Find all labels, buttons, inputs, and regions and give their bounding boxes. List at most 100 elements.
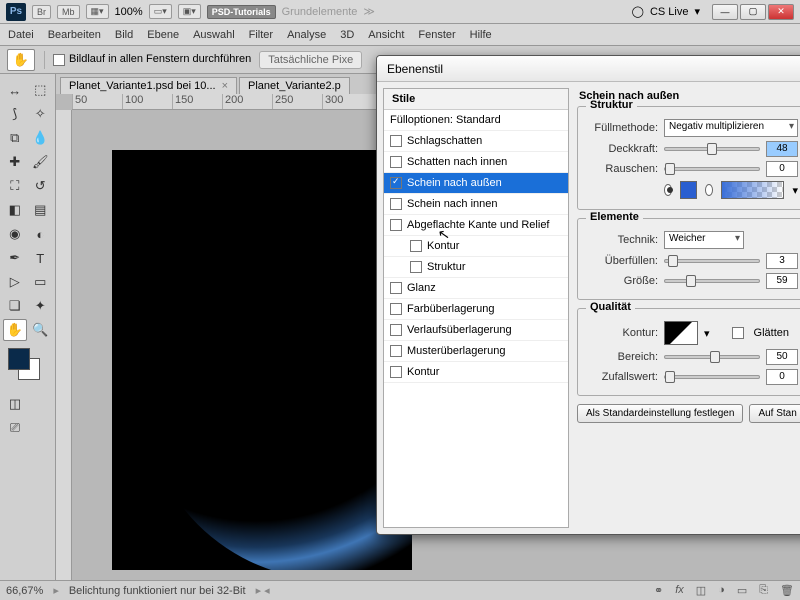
noise-value[interactable]: 0 — [766, 161, 798, 177]
styles-header[interactable]: Stile — [384, 89, 568, 110]
link-icon[interactable]: ⚭ — [654, 584, 663, 597]
history-brush-tool[interactable]: ↺ — [29, 175, 53, 197]
menu-ansicht[interactable]: Ansicht — [368, 29, 404, 41]
blendmode-combo[interactable]: Negativ multiplizieren — [664, 119, 798, 137]
style-schein-aussen[interactable]: Schein nach außen — [384, 173, 568, 194]
path-select-tool[interactable]: ▷ — [3, 271, 27, 293]
doc-tab-2[interactable]: Planet_Variante2.p — [239, 77, 350, 94]
3d-tool[interactable]: ❏ — [3, 295, 27, 317]
gradient-dropdown-icon[interactable]: ▾ — [792, 184, 798, 197]
menu-fenster[interactable]: Fenster — [418, 29, 455, 41]
range-slider[interactable] — [664, 355, 760, 359]
blur-tool[interactable]: ◉ — [3, 223, 27, 245]
shape-tool[interactable]: ▭ — [29, 271, 53, 293]
lasso-tool[interactable]: ⟆ — [3, 103, 27, 125]
style-bevel[interactable]: Abgeflachte Kante und Relief — [384, 215, 568, 236]
style-kontur2[interactable]: Kontur — [384, 362, 568, 383]
zoom-level[interactable]: 100% — [115, 6, 143, 18]
menu-hilfe[interactable]: Hilfe — [470, 29, 492, 41]
screen-mode-button[interactable]: ▣▾ — [178, 4, 201, 19]
scroll-all-windows-checkbox[interactable]: Bildlauf in allen Fenstern durchführen — [53, 53, 251, 65]
menu-datei[interactable]: Datei — [8, 29, 34, 41]
workspace-psd-tutorials[interactable]: PSD-Tutorials — [207, 5, 276, 19]
hand-tool-icon[interactable]: ✋ — [7, 49, 35, 71]
style-farbueberlagerung[interactable]: Farbüberlagerung — [384, 299, 568, 320]
bridge-button[interactable]: Br — [32, 5, 51, 19]
window-maximize-button[interactable]: ▢ — [740, 4, 766, 20]
screenmode-button[interactable]: ⎚ — [3, 417, 27, 439]
spread-slider[interactable] — [664, 259, 760, 263]
menu-ebene[interactable]: Ebene — [147, 29, 179, 41]
technik-combo[interactable]: Weicher — [664, 231, 744, 249]
window-close-button[interactable]: ✕ — [768, 4, 794, 20]
noise-slider[interactable] — [664, 167, 760, 171]
eraser-tool[interactable]: ◧ — [3, 199, 27, 221]
style-verlaufsueberlagerung[interactable]: Verlaufsüberlagerung — [384, 320, 568, 341]
folder-icon[interactable]: ▭ — [737, 584, 747, 597]
arrange-button[interactable]: ▭▾ — [149, 4, 172, 19]
menu-bearbeiten[interactable]: Bearbeiten — [48, 29, 101, 41]
pen-tool[interactable]: ✒ — [3, 247, 27, 269]
hand-tool-2[interactable]: ✋ — [3, 319, 27, 341]
newlayer-icon[interactable]: ⎘ — [759, 584, 768, 597]
foreground-color[interactable] — [8, 348, 30, 370]
reset-default-button[interactable]: Auf Stan — [749, 404, 800, 423]
minibridge-button[interactable]: Mb — [57, 5, 80, 19]
stamp-tool[interactable]: ⛶ — [3, 175, 27, 197]
style-schein-innen[interactable]: Schein nach innen — [384, 194, 568, 215]
menu-3d[interactable]: 3D — [340, 29, 354, 41]
crop-tool[interactable]: ⧉ — [3, 127, 27, 149]
menu-bild[interactable]: Bild — [115, 29, 133, 41]
gradient-radio[interactable] — [705, 184, 713, 196]
size-slider[interactable] — [664, 279, 760, 283]
menu-filter[interactable]: Filter — [249, 29, 273, 41]
adjust-icon[interactable]: ◑ — [718, 584, 725, 597]
style-kontur-sub[interactable]: Kontur — [384, 236, 568, 257]
spread-value[interactable]: 3 — [766, 253, 798, 269]
wand-tool[interactable]: ✧ — [29, 103, 53, 125]
more-icon[interactable]: ≫ — [363, 5, 375, 18]
camera-tool[interactable]: ✦ — [29, 295, 53, 317]
quickmask-button[interactable]: ◫ — [3, 393, 27, 415]
glow-gradient-swatch[interactable] — [721, 181, 784, 199]
jitter-slider[interactable] — [664, 375, 760, 379]
fx-icon[interactable]: fx — [675, 584, 684, 597]
color-swatches[interactable] — [8, 348, 48, 388]
move-tool[interactable]: ↔ — [3, 79, 27, 101]
size-value[interactable]: 59 — [766, 273, 798, 289]
eyedropper-tool[interactable]: 💧 — [29, 127, 53, 149]
gradient-tool[interactable]: ▤ — [29, 199, 53, 221]
dodge-tool[interactable]: ◐ — [29, 223, 53, 245]
doc-tab-1[interactable]: Planet_Variante1.psd bei 10...× — [60, 77, 237, 94]
cslive-button[interactable]: CS Live — [650, 6, 689, 18]
style-glanz[interactable]: Glanz — [384, 278, 568, 299]
style-schlagschatten[interactable]: Schlagschatten — [384, 131, 568, 152]
brush-tool[interactable]: 🖌 — [29, 151, 53, 173]
opacity-value[interactable]: 48 — [766, 141, 798, 157]
status-zoom[interactable]: 66,67% — [6, 585, 43, 597]
menu-analyse[interactable]: Analyse — [287, 29, 326, 41]
jitter-value[interactable]: 0 — [766, 369, 798, 385]
zoom-tool[interactable]: 🔍 — [29, 319, 53, 341]
range-value[interactable]: 50 — [766, 349, 798, 365]
menu-auswahl[interactable]: Auswahl — [193, 29, 235, 41]
workspace-grundelemente[interactable]: Grundelemente — [282, 6, 358, 18]
style-schatten-innen[interactable]: Schatten nach innen — [384, 152, 568, 173]
document-canvas[interactable] — [112, 150, 412, 570]
color-radio[interactable] — [664, 184, 672, 196]
type-tool[interactable]: T — [29, 247, 53, 269]
contour-swatch[interactable] — [664, 321, 698, 345]
trash-icon[interactable]: 🗑 — [780, 584, 794, 597]
mask-icon[interactable]: ◫ — [696, 584, 706, 597]
opacity-slider[interactable] — [664, 147, 760, 151]
contour-dropdown-icon[interactable]: ▾ — [704, 327, 710, 340]
actual-pixels-button[interactable]: Tatsächliche Pixe — [259, 51, 362, 69]
window-minimize-button[interactable]: — — [712, 4, 738, 20]
heal-tool[interactable]: ✚ — [3, 151, 27, 173]
close-icon[interactable]: × — [222, 80, 228, 92]
blending-options-item[interactable]: Fülloptionen: Standard — [384, 110, 568, 131]
glow-color-swatch[interactable] — [680, 181, 697, 199]
make-default-button[interactable]: Als Standardeinstellung festlegen — [577, 404, 743, 423]
antialias-checkbox[interactable] — [732, 327, 744, 339]
style-struktur-sub[interactable]: Struktur — [384, 257, 568, 278]
